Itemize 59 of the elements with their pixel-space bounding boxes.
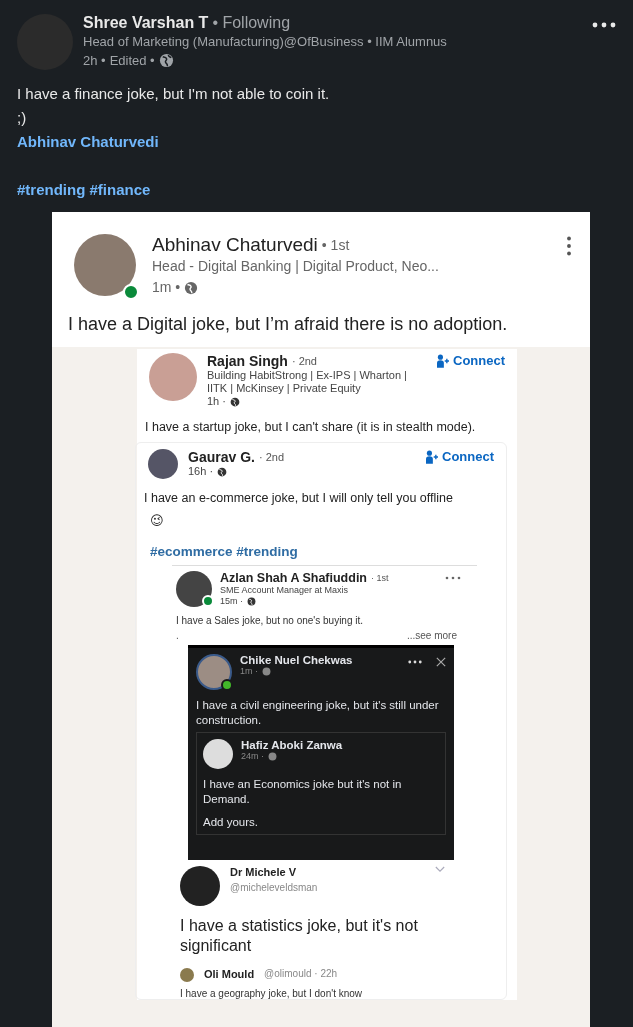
post-text: I have a civil engineering joke, but it's still under construction. [196, 698, 440, 728]
hashtag-links[interactable]: #trending #finance [17, 178, 151, 202]
follow-status: • Following [212, 14, 291, 32]
post-time: 1m · [240, 666, 258, 676]
author-headline: SME Account Manager at Maxis [220, 585, 350, 596]
post-text: I have a Digital joke, but I’m afraid there is no adoption. [67, 313, 509, 336]
author-name: Azlan Shah A Shafiuddin [220, 571, 367, 585]
more-options-icon[interactable] [592, 22, 616, 28]
user-handle: @olimould · 22h [264, 968, 338, 979]
post-time: 24m · [241, 751, 264, 761]
user-handle: @micheleveldsman [230, 882, 319, 893]
connection-degree: · 2nd [291, 355, 317, 367]
edited-label: Edited • [109, 52, 155, 70]
author-name: Rajan Singh [207, 353, 288, 369]
mention-link[interactable]: Abhinav Chaturvedi [17, 130, 159, 154]
tweet-text: I have a statistics joke, but it's not significant [180, 916, 419, 956]
post-text: I have an Economics joke but it's not in Demand. [203, 777, 403, 807]
post-text: I have a startup joke, but I can't share (it is in stealth mode). [144, 419, 477, 436]
author-name: Dr Michele V [230, 866, 298, 878]
more-options-icon [408, 660, 422, 664]
author-name: Oli Mould [204, 968, 255, 980]
post-text: I have an e-commerce joke, but I will only tell you offline [143, 490, 454, 507]
author-headline: Head of Marketing (Manufacturing)@OfBusiness • IIM Alumnus [83, 33, 448, 51]
post-time: 1m • [152, 278, 181, 297]
avatar [149, 353, 197, 401]
more-options-icon [445, 576, 461, 580]
author-headline: Head - Digital Banking | Digital Product, Neo... [152, 257, 440, 276]
avatar [148, 449, 178, 479]
author-name: Hafiz Aboki Zanwa [241, 739, 344, 751]
author-name: Abhinav Chaturvedi [152, 234, 318, 256]
person-plus-icon [426, 449, 438, 464]
person-plus-icon [437, 353, 449, 368]
post-text: ;) [17, 108, 28, 128]
post-time: 15m · [220, 596, 243, 607]
avatar [176, 571, 212, 607]
dot-text: . [176, 630, 179, 641]
author-headline: Building HabitStrong | Ex-IPS | Wharton | IITK | McKinsey | Private Equity [207, 369, 408, 395]
more-options-icon [566, 236, 572, 256]
avatar [180, 968, 194, 982]
post-text: I have a Sales joke, but no one's buying it. [175, 614, 365, 628]
connection-degree: • 1st [321, 237, 350, 253]
close-icon [436, 657, 446, 667]
connection-degree: · 2nd [258, 451, 284, 463]
author-name: Gaurav G. [188, 449, 255, 465]
add-yours-text: Add yours. [203, 815, 259, 830]
post-time: 16h · [188, 465, 214, 478]
avatar [180, 866, 220, 906]
connection-degree: · 1st [371, 573, 389, 583]
author-name: Chike Nuel Chekwas [240, 654, 354, 666]
tweet-text: I have a geography joke, but I don't know [180, 987, 364, 999]
post-text: I have a finance joke, but I'm not able to coin it. [17, 84, 331, 104]
avatar [203, 739, 233, 769]
post-time: 2h • [83, 52, 106, 70]
wink-emoji: 😉 [149, 513, 165, 528]
hashtag-links: #ecommerce #trending [149, 543, 299, 561]
chevron-down-icon [435, 866, 445, 873]
author-name[interactable]: Shree Varshan T [83, 14, 209, 32]
post-time: 1h · [207, 395, 226, 408]
avatar [196, 654, 232, 690]
